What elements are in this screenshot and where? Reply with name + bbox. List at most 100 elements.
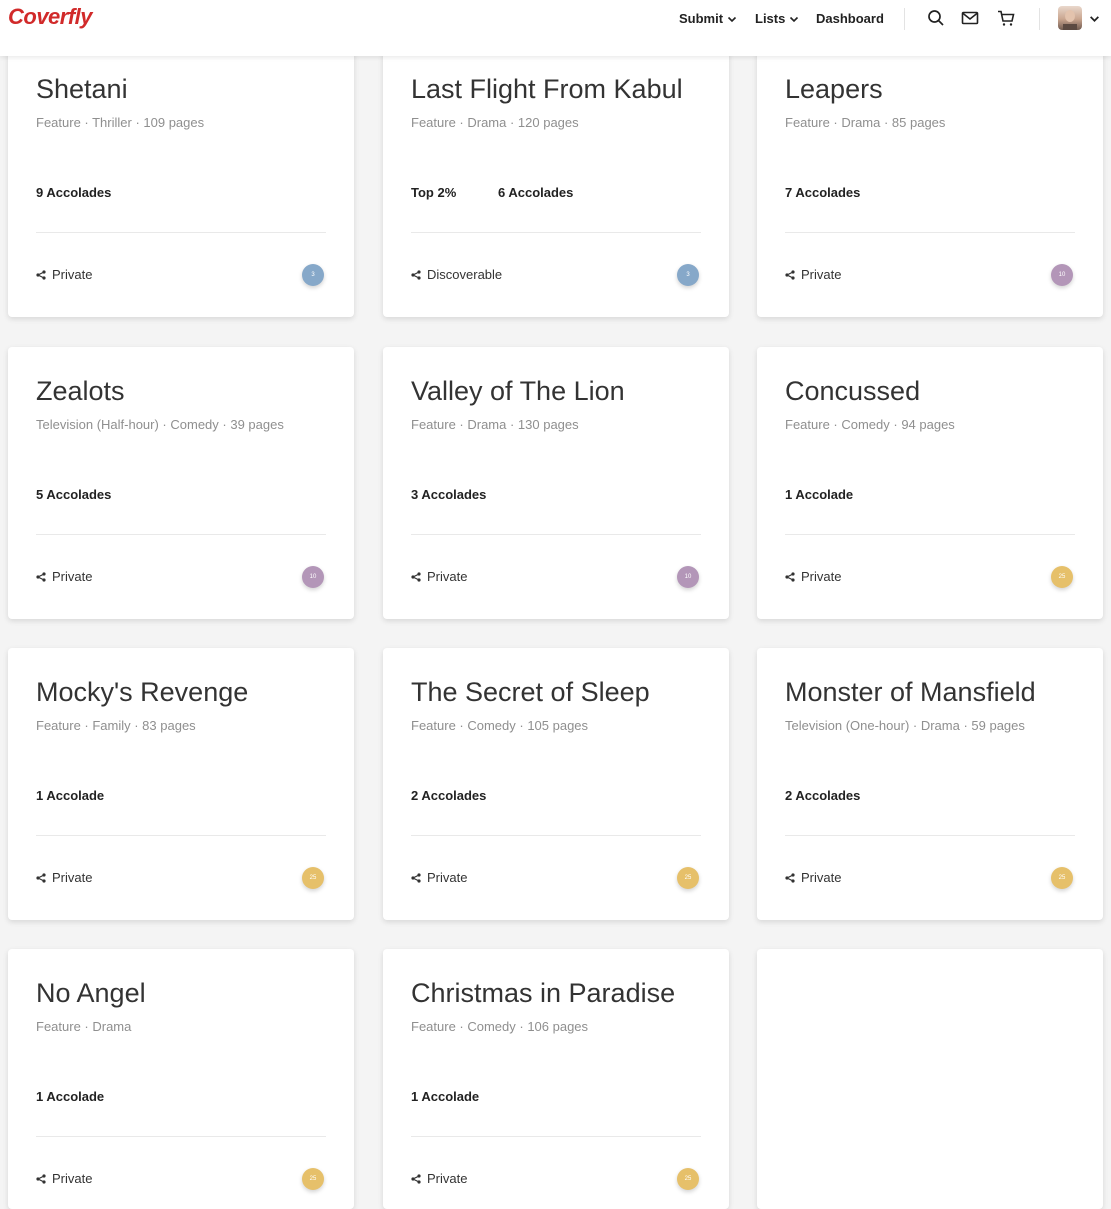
share-status[interactable]: Private bbox=[411, 870, 467, 885]
project-title[interactable]: The Secret of Sleep bbox=[411, 677, 650, 708]
project-title[interactable]: Christmas in Paradise bbox=[411, 978, 675, 1009]
user-avatar[interactable] bbox=[1058, 6, 1082, 30]
accolades-count[interactable]: 7 Accolades bbox=[785, 185, 860, 200]
project-title[interactable]: Monster of Mansfield bbox=[785, 677, 1036, 708]
project-title[interactable]: Zealots bbox=[36, 376, 125, 407]
share-status[interactable]: Private bbox=[36, 1171, 92, 1186]
empty-card-slot bbox=[757, 949, 1103, 1209]
accolades-count[interactable]: 1 Accolade bbox=[785, 487, 853, 502]
card-divider bbox=[36, 232, 326, 233]
project-card[interactable]: Monster of Mansfield Television (One-hour… bbox=[757, 648, 1103, 920]
project-stats: 1 Accolade bbox=[411, 1089, 479, 1104]
project-card[interactable]: No Angel Feature · Drama 1 Accolade Private… bbox=[8, 949, 354, 1209]
project-card[interactable]: The Secret of Sleep Feature · Comedy · 10… bbox=[383, 648, 729, 920]
accolades-count[interactable]: 6 Accolades bbox=[498, 185, 573, 200]
project-title[interactable]: Leapers bbox=[785, 74, 883, 105]
search-icon[interactable] bbox=[927, 9, 945, 27]
share-status-label: Private bbox=[801, 870, 842, 885]
chevron-down-icon[interactable] bbox=[1089, 13, 1100, 24]
project-title[interactable]: No Angel bbox=[36, 978, 146, 1009]
nav-dashboard[interactable]: Dashboard bbox=[816, 11, 884, 26]
coverfly-score-badge[interactable]: 10 bbox=[302, 566, 324, 588]
mail-icon[interactable] bbox=[961, 9, 979, 27]
coverfly-score-badge[interactable]: 10 bbox=[677, 566, 699, 588]
share-status-label: Private bbox=[801, 569, 842, 584]
share-icon bbox=[411, 872, 421, 883]
share-status[interactable]: Private bbox=[411, 1171, 467, 1186]
project-meta: Feature · Comedy · 106 pages bbox=[411, 1019, 589, 1034]
project-card[interactable]: Zealots Television (Half-hour) · Comedy ·… bbox=[8, 347, 354, 619]
share-status[interactable]: Private bbox=[785, 870, 841, 885]
coverfly-score-badge[interactable]: 25 bbox=[677, 1168, 699, 1190]
accolades-count[interactable]: 1 Accolade bbox=[36, 1089, 104, 1104]
project-stats: 3 Accolades bbox=[411, 487, 486, 502]
project-stats: 5 Accolades bbox=[36, 487, 111, 502]
share-status[interactable]: Discoverable bbox=[411, 267, 502, 282]
share-status-label: Private bbox=[427, 1171, 468, 1186]
share-status[interactable]: Private bbox=[36, 569, 92, 584]
project-meta: Feature · Comedy · 105 pages bbox=[411, 718, 589, 733]
accolades-count[interactable]: 5 Accolades bbox=[36, 487, 111, 502]
card-divider bbox=[785, 534, 1075, 535]
accolades-count[interactable]: 2 Accolades bbox=[785, 788, 860, 803]
project-meta: Feature · Drama · 120 pages bbox=[411, 115, 579, 130]
project-card[interactable]: Concussed Feature · Comedy · 94 pages 1 Ac… bbox=[757, 347, 1103, 619]
share-status-label: Private bbox=[52, 569, 93, 584]
coverfly-score-badge[interactable]: 3 bbox=[302, 264, 324, 286]
share-icon bbox=[411, 571, 421, 582]
accolades-count[interactable]: 1 Accolade bbox=[411, 1089, 479, 1104]
nav-dashboard-label: Dashboard bbox=[816, 11, 884, 26]
nav-divider bbox=[1039, 8, 1040, 30]
share-icon bbox=[785, 269, 795, 280]
project-title[interactable]: Concussed bbox=[785, 376, 920, 407]
share-status-label: Private bbox=[52, 267, 93, 282]
project-card[interactable]: Valley of The Lion Feature · Drama · 130 … bbox=[383, 347, 729, 619]
card-divider bbox=[411, 232, 701, 233]
project-meta: Feature · Family · 83 pages bbox=[36, 718, 196, 733]
share-status[interactable]: Private bbox=[411, 569, 467, 584]
share-icon bbox=[36, 571, 46, 582]
coverfly-score-badge[interactable]: 25 bbox=[1051, 867, 1073, 889]
share-icon bbox=[785, 872, 795, 883]
project-card[interactable]: Christmas in Paradise Feature · Comedy · … bbox=[383, 949, 729, 1209]
coverfly-logo[interactable]: Coverfly bbox=[8, 4, 93, 30]
share-status-label: Private bbox=[427, 569, 468, 584]
share-status[interactable]: Private bbox=[785, 267, 841, 282]
project-stats: Top 2% 6 Accolades bbox=[411, 185, 573, 200]
project-title[interactable]: Last Flight From Kabul bbox=[411, 74, 683, 105]
accolades-count[interactable]: 2 Accolades bbox=[411, 788, 486, 803]
project-card[interactable]: Last Flight From Kabul Feature · Drama · … bbox=[383, 45, 729, 317]
project-stats: 1 Accolade bbox=[36, 1089, 104, 1104]
coverfly-score-badge[interactable]: 25 bbox=[1051, 566, 1073, 588]
nav-lists[interactable]: Lists bbox=[755, 11, 799, 26]
project-card[interactable]: Shetani Feature · Thriller · 109 pages 9 A… bbox=[8, 45, 354, 317]
coverfly-score-badge[interactable]: 25 bbox=[677, 867, 699, 889]
share-status[interactable]: Private bbox=[785, 569, 841, 584]
project-meta: Feature · Drama · 85 pages bbox=[785, 115, 946, 130]
project-title[interactable]: Shetani bbox=[36, 74, 128, 105]
project-title[interactable]: Mocky's Revenge bbox=[36, 677, 248, 708]
project-card[interactable]: Mocky's Revenge Feature · Family · 83 pag… bbox=[8, 648, 354, 920]
accolades-count[interactable]: 9 Accolades bbox=[36, 185, 111, 200]
share-status-label: Private bbox=[427, 870, 468, 885]
coverfly-score-badge[interactable]: 10 bbox=[1051, 264, 1073, 286]
coverfly-score-badge[interactable]: 3 bbox=[677, 264, 699, 286]
accolades-count[interactable]: 1 Accolade bbox=[36, 788, 104, 803]
share-icon bbox=[411, 1173, 421, 1184]
accolades-count[interactable]: 3 Accolades bbox=[411, 487, 486, 502]
project-stats: 2 Accolades bbox=[411, 788, 486, 803]
project-card[interactable]: Leapers Feature · Drama · 85 pages 7 Accol… bbox=[757, 45, 1103, 317]
coverfly-score-badge[interactable]: 25 bbox=[302, 867, 324, 889]
card-divider bbox=[411, 835, 701, 836]
project-meta: Feature · Drama · 130 pages bbox=[411, 417, 579, 432]
card-divider bbox=[785, 232, 1075, 233]
nav-submit[interactable]: Submit bbox=[679, 11, 737, 26]
coverfly-score-badge[interactable]: 25 bbox=[302, 1168, 324, 1190]
project-title[interactable]: Valley of The Lion bbox=[411, 376, 625, 407]
share-status-label: Private bbox=[52, 870, 93, 885]
cart-icon[interactable] bbox=[997, 9, 1015, 27]
project-stats: 1 Accolade bbox=[36, 788, 104, 803]
share-status[interactable]: Private bbox=[36, 267, 92, 282]
share-status[interactable]: Private bbox=[36, 870, 92, 885]
project-meta: Feature · Comedy · 94 pages bbox=[785, 417, 955, 432]
